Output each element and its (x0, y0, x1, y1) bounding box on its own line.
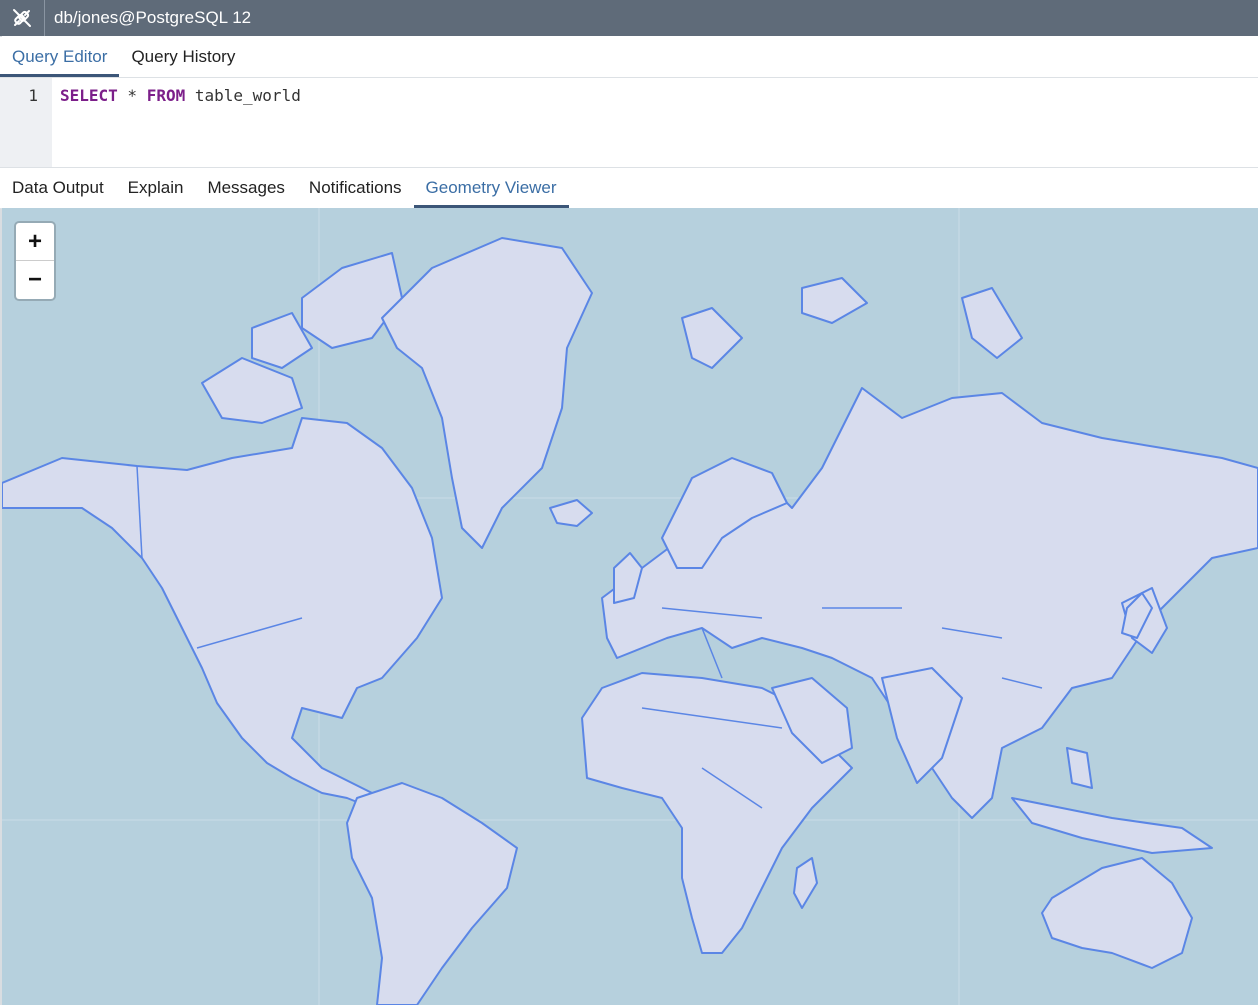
query-tabs: Query Editor Query History (0, 37, 1258, 78)
tab-data-output[interactable]: Data Output (0, 168, 116, 208)
code-line[interactable]: SELECT * FROM table_world (60, 86, 301, 105)
arctic-islands (201, 357, 303, 424)
tab-query-editor[interactable]: Query Editor (0, 37, 120, 77)
zoom-out-button[interactable]: − (16, 261, 54, 298)
line-gutter: 1 (0, 78, 52, 167)
tab-geometry-viewer[interactable]: Geometry Viewer (413, 168, 569, 208)
tab-explain[interactable]: Explain (116, 168, 196, 208)
tab-query-history[interactable]: Query History (119, 37, 247, 77)
indonesia (1011, 797, 1213, 854)
keyword-select: SELECT (60, 86, 118, 105)
sql-editor[interactable]: 1 SELECT * FROM table_world (0, 78, 1258, 168)
code-table: table_world (185, 86, 301, 105)
title-bar: db/jones@PostgreSQL 12 (0, 0, 1258, 36)
geometry-map[interactable]: + − (2, 208, 1258, 1005)
code-star: * (117, 86, 147, 105)
continent-north-america (2, 417, 443, 809)
madagascar (793, 857, 818, 909)
zoom-in-button[interactable]: + (16, 223, 54, 261)
iceland (549, 499, 593, 527)
connection-title: db/jones@PostgreSQL 12 (54, 8, 252, 27)
output-tabs: Data Output Explain Messages Notificatio… (0, 168, 1258, 209)
continent-south-america (346, 782, 518, 1005)
connection-icon[interactable] (0, 0, 45, 36)
line-number: 1 (28, 86, 38, 105)
tab-notifications[interactable]: Notifications (297, 168, 414, 208)
australia (1041, 857, 1193, 969)
zoom-control: + − (16, 223, 54, 299)
keyword-from: FROM (146, 86, 186, 105)
tab-messages[interactable]: Messages (195, 168, 296, 208)
world-map[interactable] (2, 208, 1258, 1005)
